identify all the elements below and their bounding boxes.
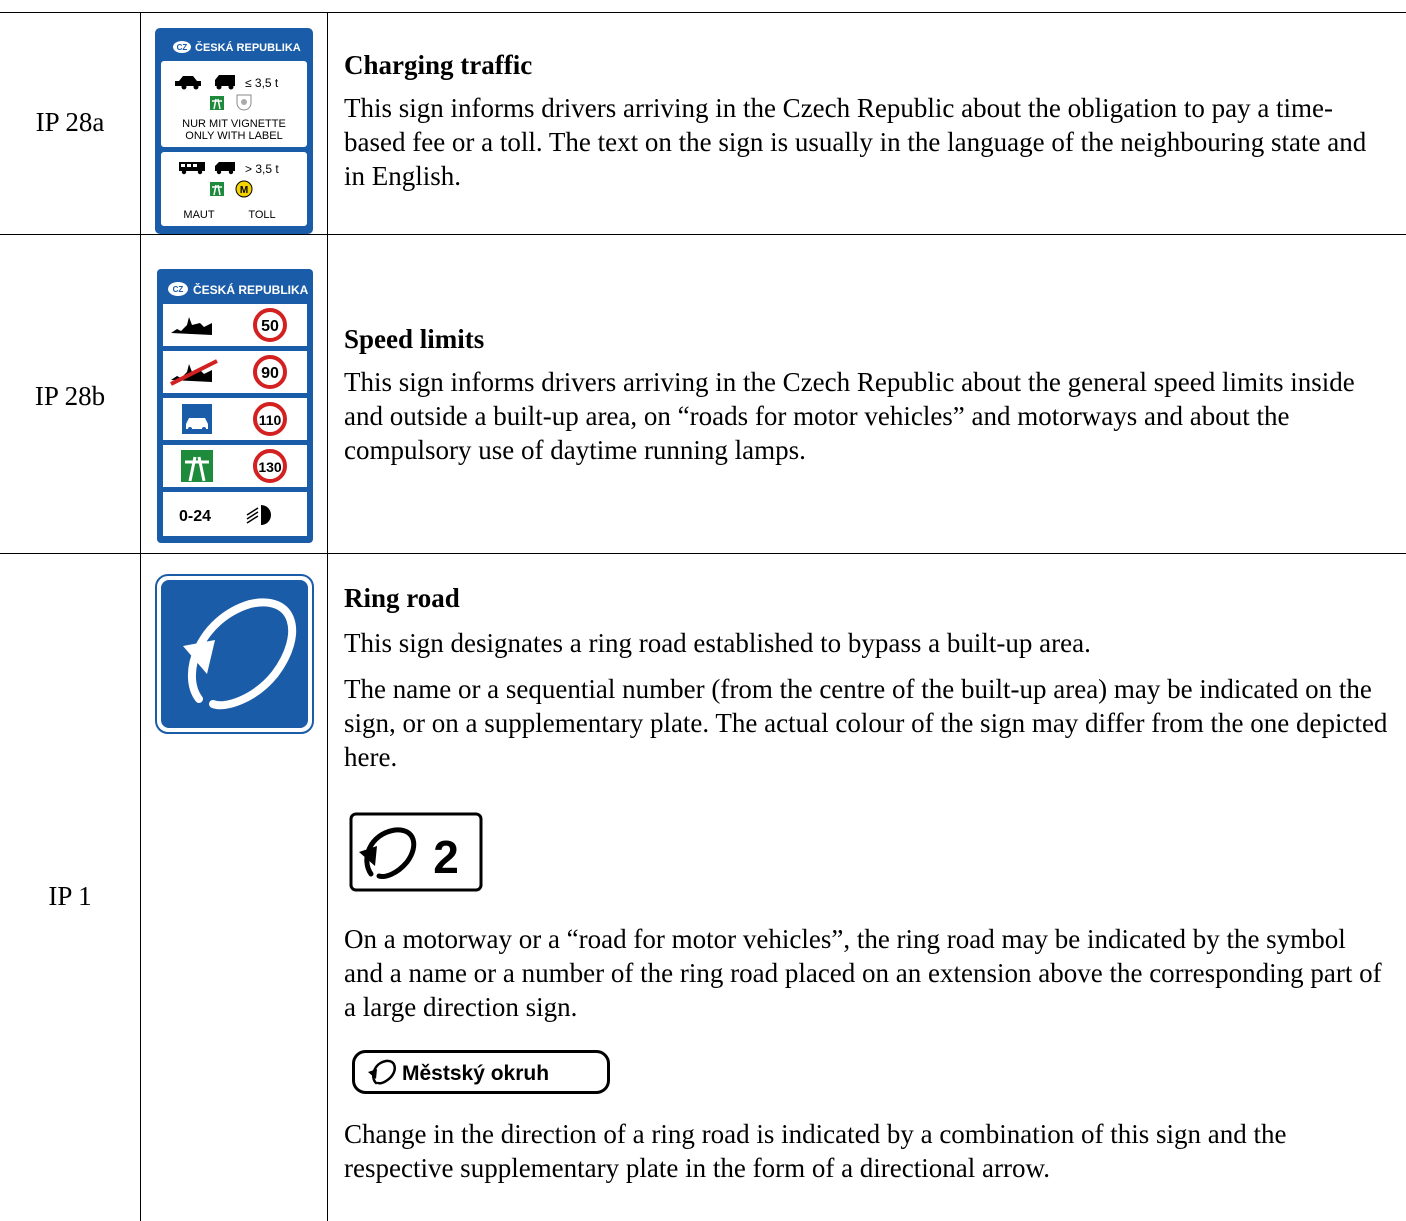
column-divider — [140, 12, 141, 1221]
description-ip1: Ring road This sign designates a ring ro… — [344, 582, 1389, 774]
motor-road-icon — [180, 402, 214, 436]
sign-title: Speed limits — [344, 324, 485, 354]
speed-limit: 50 — [261, 318, 279, 335]
description-ip28b: Speed limits This sign informs drivers a… — [344, 323, 1389, 467]
sign-description: This sign informs drivers arriving in th… — [344, 93, 1367, 191]
sign-ip28b-image: CZ ČESKÁ REPUBLIKA 50 90 110 130 0-24 — [157, 269, 313, 548]
toll-badge-icon: M — [235, 180, 253, 198]
description-ip1-motorway: On a motorway or a “road for motor vehic… — [344, 922, 1389, 1024]
sign-description: This sign designates a ring road establi… — [344, 628, 1091, 658]
speed-limit: 130 — [258, 459, 282, 475]
ring-number: 2 — [433, 831, 459, 883]
column-divider — [327, 12, 328, 1221]
toll-text-en: TOLL — [248, 209, 275, 221]
country-code: CZ — [177, 43, 188, 52]
sign-description: This sign informs drivers arriving in th… — [344, 367, 1355, 465]
lamps-hours: 0-24 — [179, 508, 211, 525]
speed-limit: 90 — [261, 365, 279, 382]
row-divider — [0, 553, 1406, 554]
motorway-icon — [210, 182, 224, 196]
sign-title: Ring road — [344, 583, 460, 613]
ring-road-sign-icon — [155, 574, 314, 739]
country-name: ČESKÁ REPUBLIKA — [193, 282, 309, 297]
table-top-border — [0, 12, 1406, 13]
sign-code: IP 28b — [34, 381, 106, 411]
country-name: ČESKÁ REPUBLIKA — [195, 41, 301, 54]
motorway-icon — [210, 96, 224, 110]
vignette-text-de: NUR MIT VIGNETTE — [182, 118, 286, 130]
sign-title: Charging traffic — [344, 50, 533, 80]
sign-ip28a-image: CZ ČESKÁ REPUBLIKA ≤ 3,5 t NUR MIT VIGNE… — [155, 28, 313, 239]
sign-description: Change in the direction of a ring road i… — [344, 1119, 1287, 1183]
ring-name: Městský okruh — [402, 1062, 549, 1085]
vignette-text-en: ONLY WITH LABEL — [185, 130, 282, 142]
sign-code: IP 28a — [35, 107, 105, 137]
description-ip28a: Charging traffic This sign informs drive… — [344, 49, 1389, 193]
vignette-icon — [236, 94, 252, 111]
svg-text:M: M — [240, 185, 248, 196]
light-weight-label: ≤ 3,5 t — [245, 76, 279, 90]
sign-description: On a motorway or a “road for motor vehic… — [344, 924, 1382, 1022]
supplementary-plate-name: Městský okruh — [352, 1050, 610, 1099]
heavy-weight-label: > 3,5 t — [245, 162, 279, 176]
sign-description: The name or a sequential number (from th… — [344, 674, 1388, 772]
country-code: CZ — [173, 285, 184, 294]
motorway-icon — [181, 450, 213, 482]
supplementary-plate-number: 2 — [349, 812, 483, 897]
description-ip1-direction: Change in the direction of a ring road i… — [344, 1117, 1389, 1185]
toll-text-de: MAUT — [183, 209, 214, 221]
sign-code: IP 1 — [48, 881, 92, 911]
speed-limit: 110 — [259, 412, 282, 428]
